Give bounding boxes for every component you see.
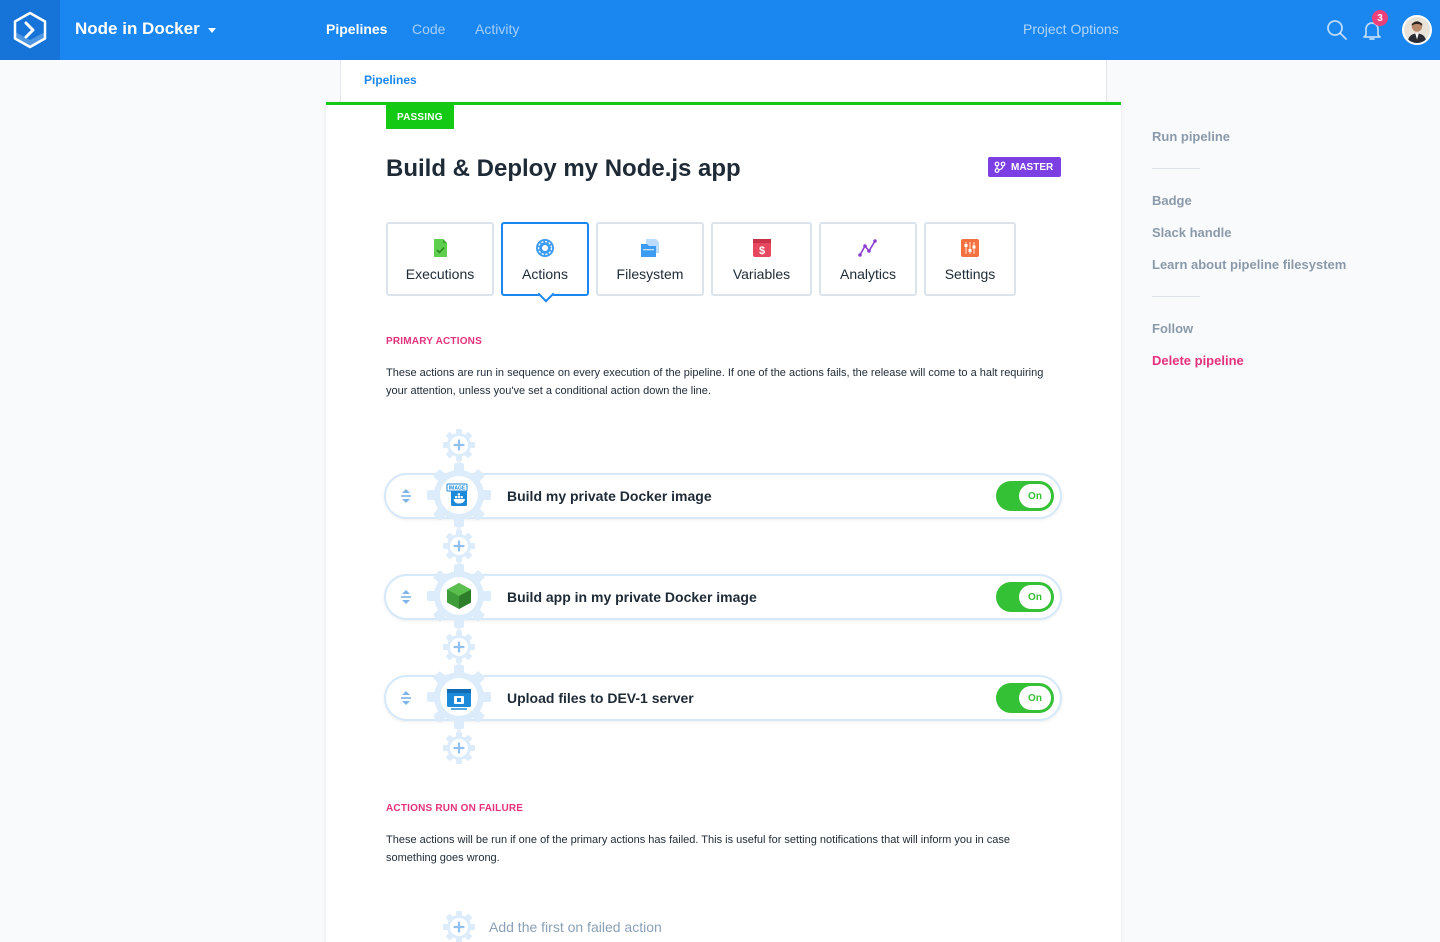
- actions-gear-icon: [536, 238, 554, 257]
- settings-sliders-icon: [961, 238, 979, 257]
- logo-icon: [13, 11, 47, 49]
- pipeline-tabs: Executions Actions Filesystem $ Variable…: [386, 222, 1016, 296]
- drag-handle-icon[interactable]: [398, 588, 414, 606]
- executions-icon: [434, 238, 447, 257]
- failure-actions-description: These actions will be run if one of the …: [386, 834, 1011, 864]
- sidebar-divider: [1152, 168, 1200, 169]
- drag-handle-icon[interactable]: [398, 689, 414, 707]
- buddy-logo[interactable]: [0, 0, 60, 60]
- delete-pipeline-link[interactable]: Delete pipeline: [1152, 353, 1244, 368]
- add-action-icon[interactable]: [443, 631, 475, 663]
- tab-analytics[interactable]: Analytics: [819, 222, 917, 296]
- tab-label: Analytics: [839, 265, 897, 282]
- slack-handle-link[interactable]: Slack handle: [1152, 225, 1231, 240]
- action-toggle[interactable]: On: [996, 582, 1054, 612]
- user-avatar[interactable]: [1402, 15, 1432, 45]
- filesystem-icon: [641, 238, 659, 257]
- notification-count-badge: 3: [1372, 10, 1388, 26]
- tab-label: Filesystem: [616, 265, 684, 282]
- project-name: Node in Docker: [75, 19, 200, 38]
- tab-variables[interactable]: $ Variables: [711, 222, 812, 296]
- primary-actions-heading: PRIMARY ACTIONS: [386, 336, 482, 347]
- learn-filesystem-link[interactable]: Learn about pipeline filesystem: [1152, 257, 1346, 272]
- primary-actions-description: These actions are run in sequence on eve…: [386, 367, 1044, 397]
- add-failed-action-link[interactable]: Add the first on failed action: [489, 919, 662, 935]
- tab-label: Settings: [944, 265, 996, 282]
- breadcrumb-pipelines[interactable]: Pipelines: [364, 73, 417, 87]
- add-action-icon[interactable]: [443, 530, 475, 562]
- action-toggle[interactable]: On: [996, 683, 1054, 713]
- breadcrumb: Pipelines: [340, 60, 1107, 104]
- pipeline-card: PASSING Build & Deploy my Node.js app MA…: [326, 102, 1121, 942]
- page-title: Build & Deploy my Node.js app: [386, 155, 741, 182]
- drag-handle-icon[interactable]: [398, 487, 414, 505]
- search-icon[interactable]: [1325, 18, 1349, 42]
- nav-code[interactable]: Code: [412, 21, 445, 37]
- tab-label: Executions: [405, 265, 475, 282]
- badge-link[interactable]: Badge: [1152, 193, 1192, 208]
- svg-text:$: $: [758, 245, 764, 257]
- docker-image-icon: IMAGE: [446, 483, 468, 506]
- nav-pipelines[interactable]: Pipelines: [326, 21, 387, 37]
- toggle-label: On: [1019, 686, 1051, 710]
- add-failed-action-icon[interactable]: [443, 911, 475, 942]
- variables-dollar-icon: $: [752, 238, 771, 257]
- tab-label: Variables: [732, 265, 791, 282]
- project-switcher[interactable]: Node in Docker: [75, 19, 216, 39]
- tab-filesystem[interactable]: Filesystem: [596, 222, 704, 296]
- toggle-label: On: [1019, 585, 1051, 609]
- tab-actions[interactable]: Actions: [501, 222, 589, 296]
- tab-executions[interactable]: Executions: [386, 222, 494, 296]
- toggle-label: On: [1019, 484, 1051, 508]
- project-options-link[interactable]: Project Options: [1023, 21, 1119, 37]
- status-badge: PASSING: [386, 105, 454, 129]
- tab-settings[interactable]: Settings: [924, 222, 1016, 296]
- action-name[interactable]: Upload files to DEV-1 server: [507, 690, 694, 706]
- action-name[interactable]: Build app in my private Docker image: [507, 589, 757, 605]
- nodejs-hexagon-icon: [447, 583, 471, 609]
- add-action-icon[interactable]: [443, 732, 475, 764]
- failure-actions-heading: ACTIONS RUN ON FAILURE: [386, 803, 524, 814]
- branch-icon: [994, 161, 1006, 173]
- tab-label: Actions: [522, 265, 568, 282]
- run-pipeline-link[interactable]: Run pipeline: [1152, 129, 1230, 144]
- sidebar-divider: [1152, 296, 1200, 297]
- analytics-chart-icon: [858, 238, 877, 257]
- chevron-down-icon: [207, 28, 216, 33]
- top-navbar: Node in Docker Pipelines Code Activity P…: [0, 0, 1440, 60]
- action-toggle[interactable]: On: [996, 481, 1054, 511]
- svg-text:IMAGE: IMAGE: [449, 486, 466, 492]
- sftp-upload-icon: [447, 689, 471, 710]
- branch-badge[interactable]: MASTER: [988, 157, 1062, 177]
- branch-label: MASTER: [1011, 161, 1054, 173]
- nav-activity[interactable]: Activity: [475, 21, 519, 37]
- action-name[interactable]: Build my private Docker image: [507, 488, 712, 504]
- follow-link[interactable]: Follow: [1152, 321, 1193, 336]
- add-action-icon[interactable]: [443, 429, 475, 461]
